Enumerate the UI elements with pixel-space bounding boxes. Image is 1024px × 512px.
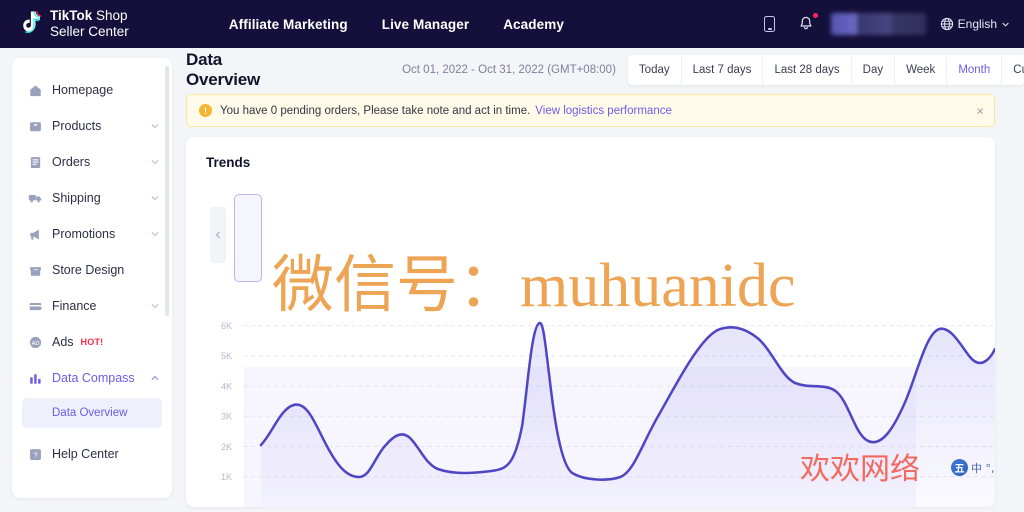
- ads-hot-badge: HOT!: [80, 337, 104, 347]
- svg-text:?: ?: [33, 450, 37, 459]
- megaphone-icon: [28, 227, 43, 242]
- sidebar-item-shipping[interactable]: Shipping: [12, 180, 172, 216]
- sidebar-item-finance[interactable]: Finance: [12, 288, 172, 324]
- chevron-down-icon: [151, 160, 159, 165]
- ytick-1k: 1K: [221, 472, 233, 482]
- language-label: English: [957, 17, 997, 31]
- sidebar-item-orders[interactable]: Orders: [12, 144, 172, 180]
- chevron-down-icon: [151, 304, 159, 309]
- sidebar-item-help-center[interactable]: ? Help Center: [12, 436, 172, 472]
- notification-badge-dot: [811, 12, 819, 19]
- brand-seller-center: Seller Center: [50, 24, 129, 39]
- sidebar-subitem-data-overview[interactable]: Data Overview: [22, 398, 162, 428]
- chevron-down-icon: [151, 232, 159, 237]
- sidebar-label-orders: Orders: [52, 155, 91, 169]
- sidebar-item-homepage[interactable]: Homepage: [12, 72, 172, 108]
- sidebar-label-products: Products: [52, 119, 102, 133]
- page-header: Data Overview Oct 01, 2022 - Oct 31, 202…: [182, 48, 1024, 92]
- nav-link-academy[interactable]: Academy: [503, 17, 564, 32]
- bell-icon: [800, 16, 812, 30]
- sidebar-label-promotions: Promotions: [52, 227, 116, 241]
- metric-card-selected[interactable]: [234, 194, 262, 282]
- truck-icon: [28, 191, 43, 206]
- page-title: Data Overview: [186, 50, 261, 89]
- nav-link-affiliate-marketing[interactable]: Affiliate Marketing: [229, 17, 348, 32]
- sidebar-label-data-compass: Data Compass: [52, 371, 135, 385]
- primary-nav-links: Affiliate Marketing Live Manager Academy: [229, 17, 564, 32]
- trends-title: Trends: [206, 155, 251, 170]
- metric-cards-strip: ‹: [200, 189, 981, 282]
- svg-text:AD: AD: [32, 340, 40, 346]
- box-icon: [28, 119, 43, 134]
- range-tab-week[interactable]: Week: [895, 55, 948, 85]
- brand-tiktok-word: TikTok: [50, 8, 93, 24]
- range-tab-day[interactable]: Day: [852, 55, 896, 85]
- mobile-app-button[interactable]: [759, 13, 781, 35]
- globe-icon: [940, 17, 953, 31]
- sidebar-item-ads[interactable]: AD Ads HOT!: [12, 324, 172, 360]
- receipt-icon: [28, 155, 43, 170]
- sidebar-label-help-center: Help Center: [52, 447, 119, 461]
- sidebar-label-ads: Ads: [52, 335, 74, 349]
- tiktok-note-icon: [18, 10, 44, 38]
- user-account-menu[interactable]: [830, 13, 926, 35]
- date-range-tabs: Today Last 7 days Last 28 days Day Week …: [627, 55, 1024, 85]
- range-tab-month[interactable]: Month: [947, 55, 1003, 85]
- nav-link-live-manager[interactable]: Live Manager: [382, 17, 469, 32]
- card-icon: [28, 299, 43, 314]
- close-icon[interactable]: ×: [976, 104, 984, 117]
- chevron-up-icon: [151, 375, 159, 380]
- trends-chart: 1K 2K 3K 4K 5K 6K: [186, 305, 995, 507]
- chevron-down-icon: [151, 196, 159, 201]
- alert-message: You have 0 pending orders, Please take n…: [220, 104, 531, 117]
- storefront-icon: [28, 263, 43, 278]
- sidebar-label-store-design: Store Design: [52, 263, 125, 277]
- chevron-down-icon: [151, 124, 159, 129]
- trends-card: Trends ‹ 1K 2K 3K 4K 5K 6K: [186, 137, 995, 507]
- sidebar-label-shipping: Shipping: [52, 191, 101, 205]
- pending-orders-alert: ! You have 0 pending orders, Please take…: [186, 94, 995, 127]
- sidebar-label-homepage: Homepage: [52, 83, 114, 97]
- chart-y-axis-labels: 1K 2K 3K 4K 5K 6K: [221, 321, 233, 482]
- help-icon: ?: [28, 447, 43, 462]
- brand-shop-word: Shop: [92, 8, 128, 24]
- view-logistics-performance-link[interactable]: View logistics performance: [535, 105, 672, 117]
- notifications-button[interactable]: [795, 12, 819, 35]
- brand-logo[interactable]: TikTok Shop Seller Center: [18, 8, 129, 39]
- metric-scroll-left-button[interactable]: ‹: [210, 207, 226, 263]
- warning-icon: !: [199, 104, 212, 117]
- sidebar-label-finance: Finance: [52, 299, 97, 313]
- sidebar-scrollbar[interactable]: [165, 66, 169, 316]
- date-range-label: Oct 01, 2022 - Oct 31, 2022 (GMT+08:00): [402, 64, 616, 76]
- range-tab-last-28-days[interactable]: Last 28 days: [763, 55, 852, 85]
- range-tab-last-7-days[interactable]: Last 7 days: [682, 55, 764, 85]
- language-selector[interactable]: English: [940, 17, 1010, 31]
- range-tab-today[interactable]: Today: [628, 55, 682, 85]
- sidebar-label-data-overview: Data Overview: [52, 407, 128, 419]
- range-tab-custom[interactable]: Custom: [1002, 55, 1024, 85]
- sidebar-navigation: Homepage Products Orders Shipping Promot…: [12, 58, 172, 498]
- sidebar-item-data-compass[interactable]: Data Compass: [12, 360, 172, 396]
- trends-chart-svg: 1K 2K 3K 4K 5K 6K: [221, 321, 995, 507]
- nav-right-controls: English: [759, 0, 1010, 48]
- sidebar-item-promotions[interactable]: Promotions: [12, 216, 172, 252]
- ads-icon: AD: [28, 335, 43, 350]
- ytick-5k: 5K: [221, 351, 233, 361]
- brand-text: TikTok Shop Seller Center: [50, 8, 129, 39]
- sidebar-item-products[interactable]: Products: [12, 108, 172, 144]
- ytick-3k: 3K: [221, 411, 233, 421]
- ytick-4k: 4K: [221, 381, 233, 391]
- bar-chart-icon: [28, 371, 43, 386]
- phone-icon: [764, 16, 776, 32]
- sidebar-item-store-design[interactable]: Store Design: [12, 252, 172, 288]
- ytick-2k: 2K: [221, 442, 233, 452]
- ytick-6k: 6K: [221, 321, 233, 331]
- home-icon: [28, 83, 43, 98]
- top-navigation-bar: TikTok Shop Seller Center Affiliate Mark…: [0, 0, 1024, 48]
- main-content: Data Overview Oct 01, 2022 - Oct 31, 202…: [182, 48, 1024, 512]
- chevron-down-icon: [1002, 22, 1009, 26]
